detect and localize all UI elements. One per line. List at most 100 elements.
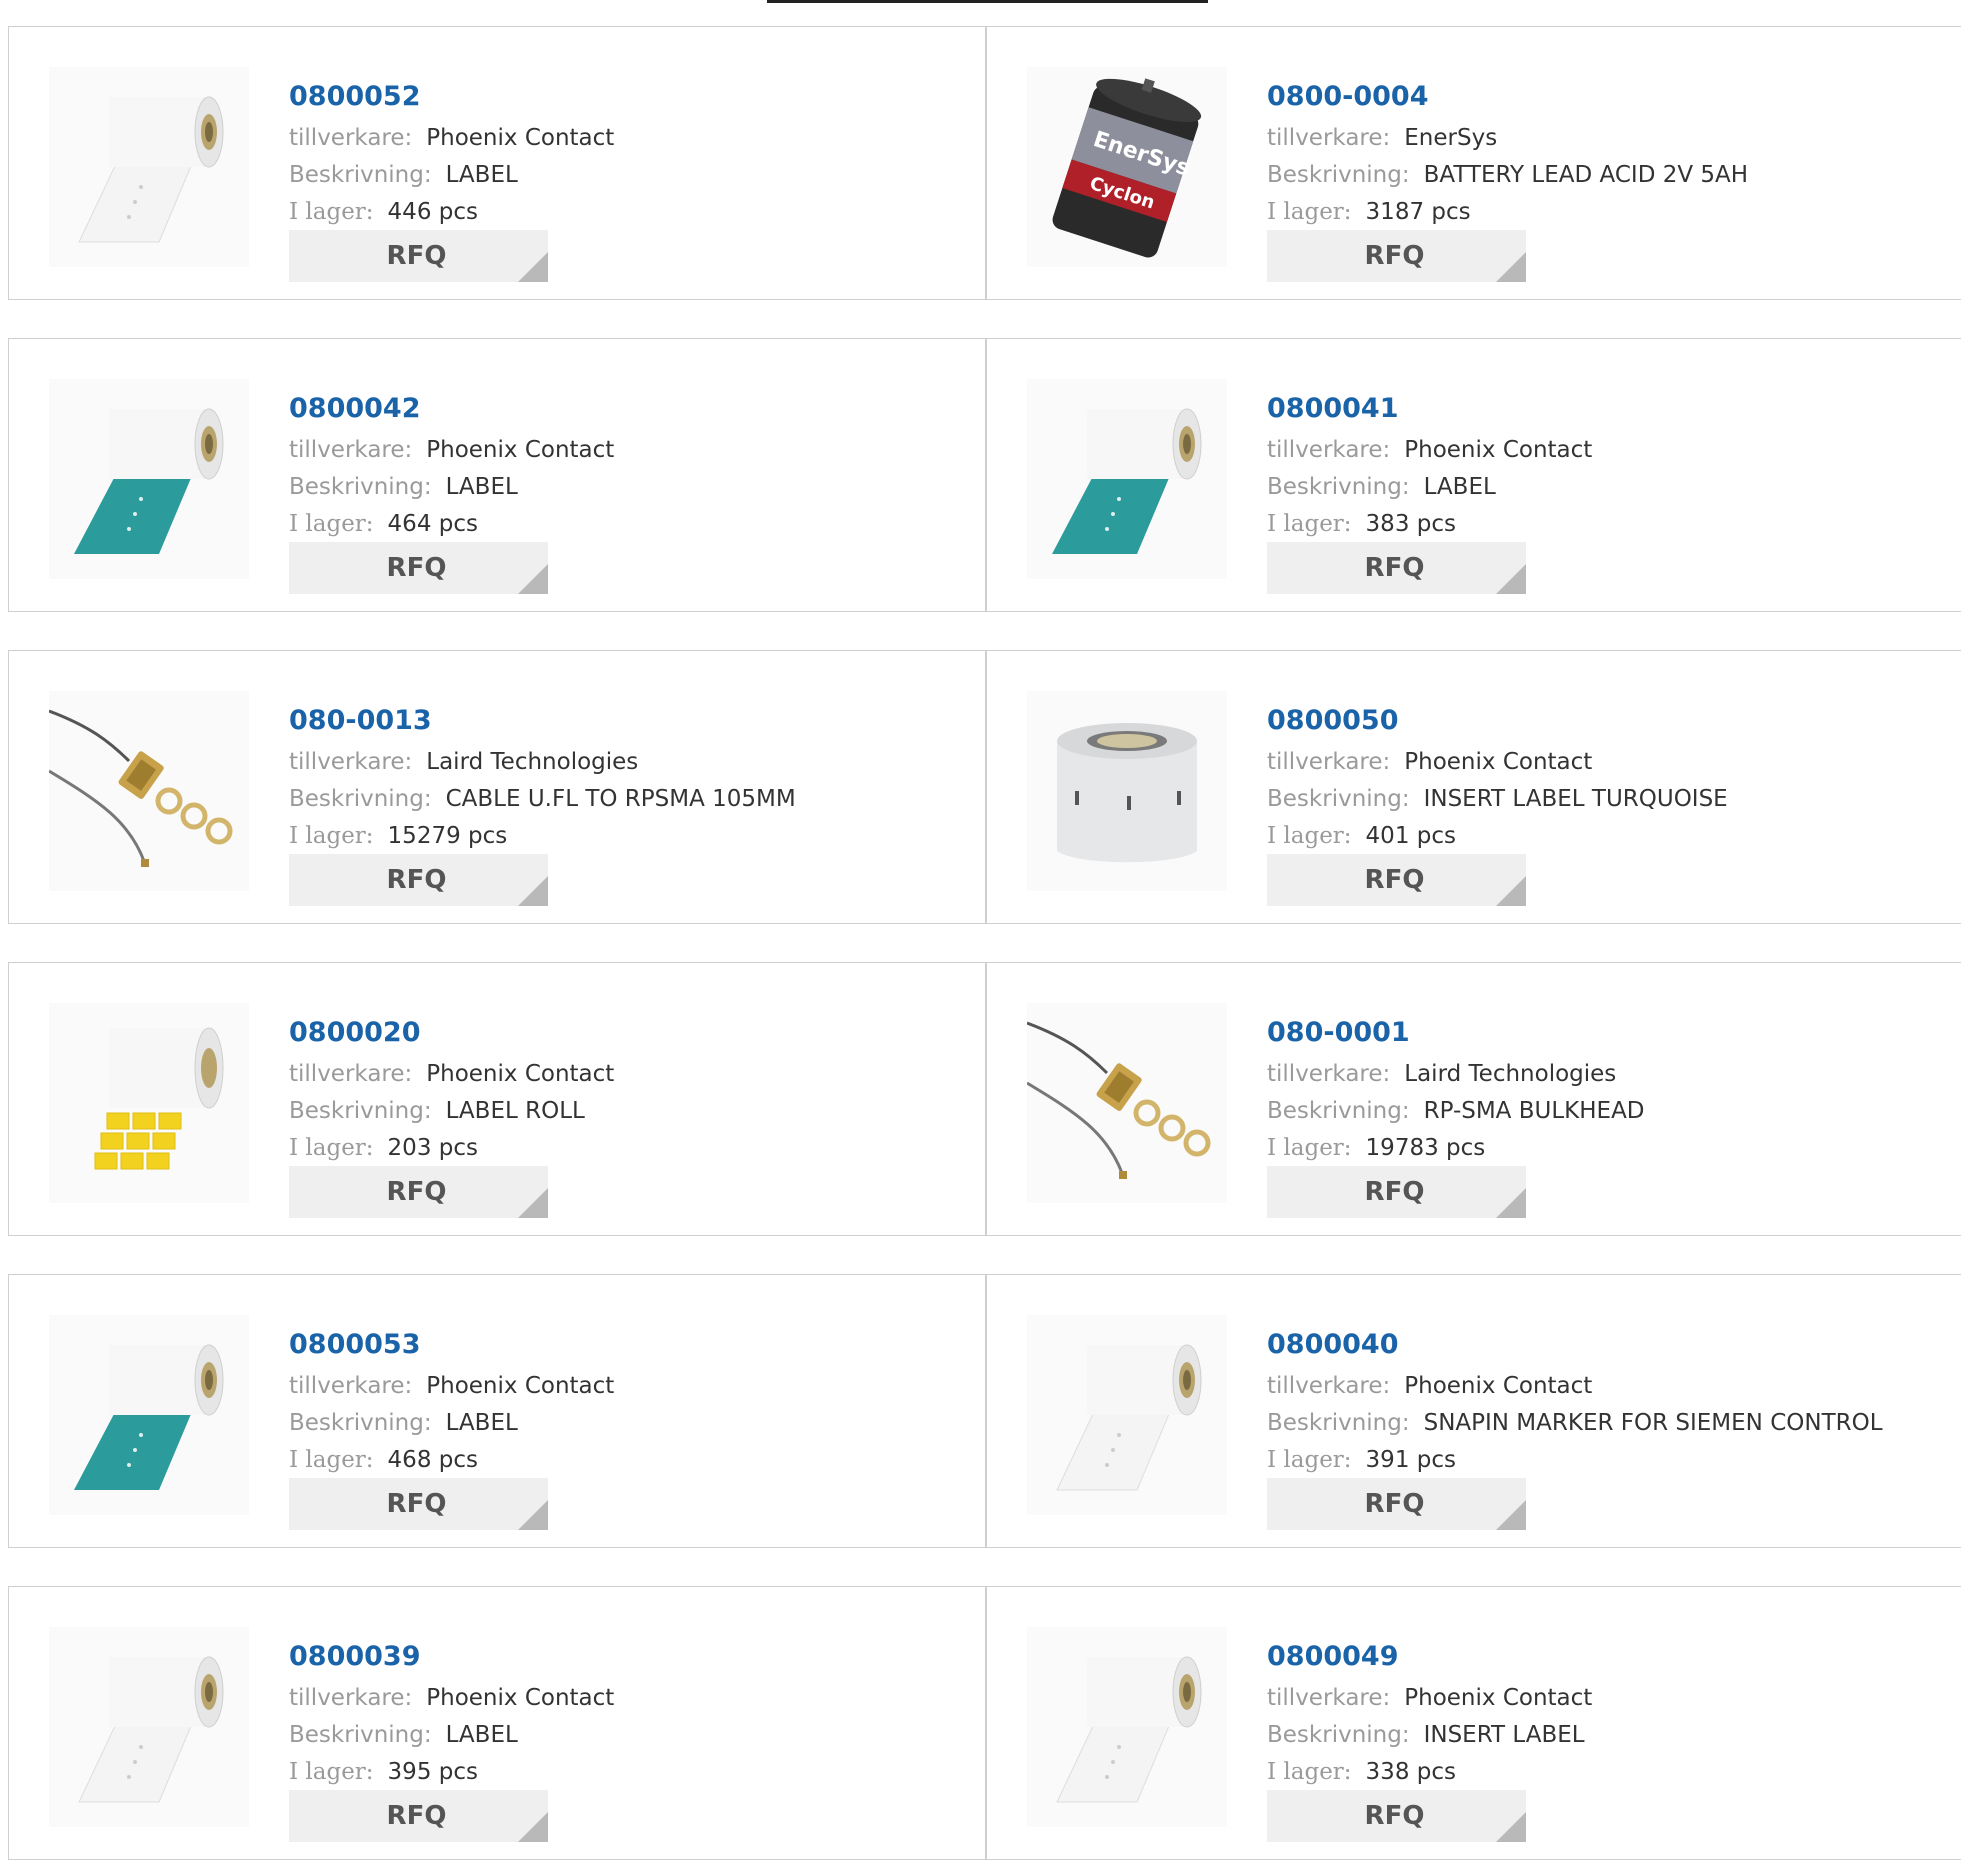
stock-value: 395 pcs: [387, 1759, 478, 1785]
part-number-link[interactable]: 0800050: [1267, 707, 1953, 734]
rfq-corner-decoration: [1496, 1188, 1526, 1218]
manufacturer-row: tillverkare: Phoenix Contact: [289, 120, 975, 157]
part-number-link[interactable]: 0800040: [1267, 1331, 1953, 1358]
description-row: Beskrivning: INSERT LABEL TURQUOISE: [1267, 781, 1953, 818]
product-image[interactable]: [1027, 1315, 1227, 1515]
manufacturer-value: Phoenix Contact: [1404, 1685, 1593, 1711]
rfq-button[interactable]: RFQ: [1267, 230, 1526, 282]
rfq-button[interactable]: RFQ: [1267, 1478, 1526, 1530]
stock-label: I lager:: [289, 1135, 374, 1161]
teal-label-roll-icon: [74, 1344, 224, 1490]
description-label: Beskrivning:: [1267, 786, 1410, 812]
product-info: 0800041 tillverkare: Phoenix Contact Beskri…: [1267, 363, 1953, 543]
product-image[interactable]: [49, 1627, 249, 1827]
manufacturer-value: Phoenix Contact: [1404, 437, 1593, 463]
description-row: Beskrivning: LABEL: [1267, 469, 1953, 506]
manufacturer-label: tillverkare:: [1267, 1685, 1391, 1711]
part-number-link[interactable]: 0800052: [289, 83, 975, 110]
product-image[interactable]: [1027, 691, 1227, 891]
manufacturer-label: tillverkare:: [289, 125, 413, 151]
stock-label: I lager:: [1267, 1759, 1352, 1785]
manufacturer-value: Phoenix Contact: [426, 125, 615, 151]
yellow-label-roll-icon: [94, 1027, 224, 1170]
part-number-link[interactable]: 0800020: [289, 1019, 975, 1046]
manufacturer-value: Phoenix Contact: [426, 437, 615, 463]
description-row: Beskrivning: CABLE U.FL TO RPSMA 105MM: [289, 781, 975, 818]
rfq-button[interactable]: RFQ: [1267, 1790, 1526, 1842]
part-number-link[interactable]: 0800-0004: [1267, 83, 1953, 110]
manufacturer-row: tillverkare: Phoenix Contact: [289, 1680, 975, 1717]
stock-label: I lager:: [289, 1759, 374, 1785]
product-image[interactable]: [49, 379, 249, 579]
rfq-label: RFQ: [386, 241, 447, 271]
part-number-link[interactable]: 0800049: [1267, 1643, 1953, 1670]
description-label: Beskrivning:: [1267, 1098, 1410, 1124]
rfq-label: RFQ: [1364, 553, 1425, 583]
manufacturer-value: Phoenix Contact: [426, 1061, 615, 1087]
stock-value: 464 pcs: [387, 511, 478, 537]
stock-row: I lager: 15279 pcs: [289, 818, 975, 855]
rfq-corner-decoration: [518, 1188, 548, 1218]
rfq-label: RFQ: [1364, 241, 1425, 271]
manufacturer-row: tillverkare: Phoenix Contact: [289, 1368, 975, 1405]
description-label: Beskrivning:: [1267, 1722, 1410, 1748]
product-image[interactable]: [1027, 1003, 1227, 1203]
description-label: Beskrivning:: [289, 1410, 432, 1436]
manufacturer-row: tillverkare: Phoenix Contact: [1267, 744, 1953, 781]
stock-row: I lager: 19783 pcs: [1267, 1130, 1953, 1167]
rfq-button[interactable]: RFQ: [1267, 1166, 1526, 1218]
product-image[interactable]: [1027, 1627, 1227, 1827]
part-number-link[interactable]: 0800042: [289, 395, 975, 422]
product-image[interactable]: [49, 67, 249, 267]
manufacturer-label: tillverkare:: [289, 1061, 413, 1087]
white-label-roll-icon: [78, 1656, 224, 1803]
product-info: 080-0001 tillverkare: Laird Technologies Be…: [1267, 987, 1953, 1167]
product-info: 0800053 tillverkare: Phoenix Contact Beskri…: [289, 1299, 975, 1479]
product-card: 0800039 tillverkare: Phoenix Contact Beskri…: [8, 1586, 986, 1860]
description-row: Beskrivning: BATTERY LEAD ACID 2V 5AH: [1267, 157, 1953, 194]
rfq-button[interactable]: RFQ: [1267, 542, 1526, 594]
stock-row: I lager: 468 pcs: [289, 1442, 975, 1479]
rfq-label: RFQ: [386, 1489, 447, 1519]
part-number-link[interactable]: 0800039: [289, 1643, 975, 1670]
description-value: BATTERY LEAD ACID 2V 5AH: [1423, 162, 1749, 188]
part-number-link[interactable]: 080-0013: [289, 707, 975, 734]
stock-label: I lager:: [289, 199, 374, 225]
stock-label: I lager:: [1267, 1135, 1352, 1161]
stock-value: 3187 pcs: [1365, 199, 1471, 225]
rfq-button[interactable]: RFQ: [289, 230, 548, 282]
product-info: 0800-0004 tillverkare: EnerSys Beskrivning:…: [1267, 51, 1953, 231]
description-row: Beskrivning: LABEL: [289, 469, 975, 506]
manufacturer-label: tillverkare:: [1267, 1061, 1391, 1087]
stock-value: 383 pcs: [1365, 511, 1456, 537]
part-number-link[interactable]: 080-0001: [1267, 1019, 1953, 1046]
rfq-button[interactable]: RFQ: [289, 1166, 548, 1218]
stock-value: 15279 pcs: [387, 823, 508, 849]
rfq-button[interactable]: RFQ: [289, 854, 548, 906]
rfq-label: RFQ: [386, 553, 447, 583]
part-number-link[interactable]: 0800053: [289, 1331, 975, 1358]
rfq-button[interactable]: RFQ: [289, 1478, 548, 1530]
stock-row: I lager: 395 pcs: [289, 1754, 975, 1791]
description-label: Beskrivning:: [289, 474, 432, 500]
product-image[interactable]: [49, 691, 249, 891]
stock-row: I lager: 464 pcs: [289, 506, 975, 543]
rfq-button[interactable]: RFQ: [289, 542, 548, 594]
stock-label: I lager:: [1267, 1447, 1352, 1473]
stock-value: 468 pcs: [387, 1447, 478, 1473]
product-image[interactable]: EnerSys Cyclon: [1027, 67, 1227, 267]
product-image[interactable]: [1027, 379, 1227, 579]
rfq-label: RFQ: [386, 1801, 447, 1831]
rfq-label: RFQ: [386, 1177, 447, 1207]
rfq-button[interactable]: RFQ: [1267, 854, 1526, 906]
product-image[interactable]: [49, 1003, 249, 1203]
product-card: 0800053 tillverkare: Phoenix Contact Beskri…: [8, 1274, 986, 1548]
rfq-button[interactable]: RFQ: [289, 1790, 548, 1842]
rfq-label: RFQ: [386, 865, 447, 895]
rfq-corner-decoration: [1496, 1812, 1526, 1842]
teal-label-roll-icon: [74, 408, 224, 554]
rfq-label: RFQ: [1364, 1177, 1425, 1207]
description-label: Beskrivning:: [289, 162, 432, 188]
product-image[interactable]: [49, 1315, 249, 1515]
part-number-link[interactable]: 0800041: [1267, 395, 1953, 422]
